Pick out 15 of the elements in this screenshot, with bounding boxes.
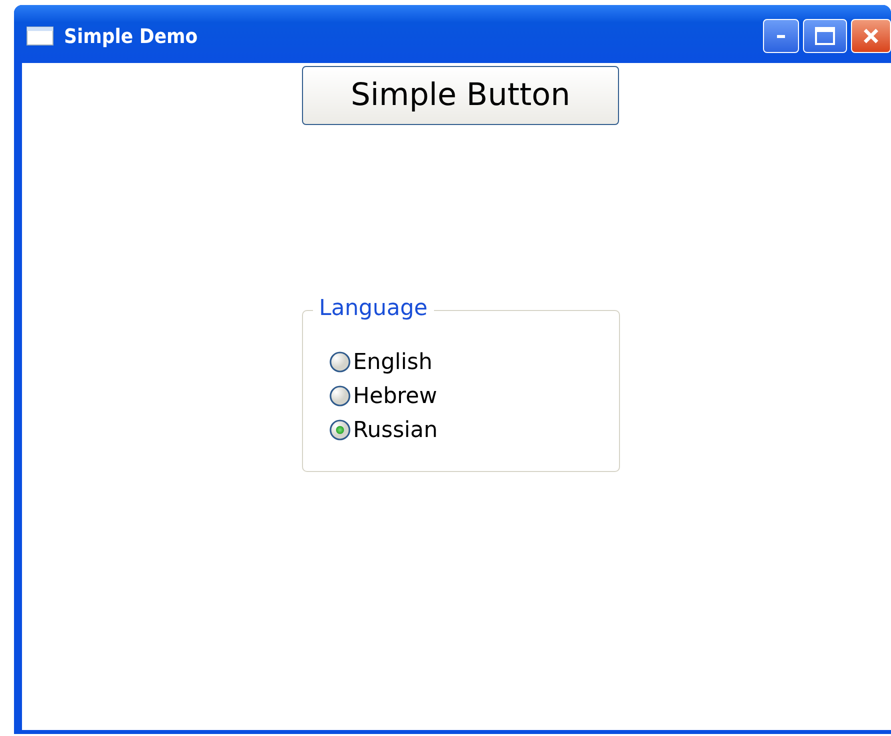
maximize-icon [815,27,835,45]
close-icon [863,28,879,44]
radio-option[interactable]: Hebrew [329,379,438,413]
minimize-icon [777,34,785,38]
window-title: Simple Demo [64,23,198,50]
radio-option[interactable]: English [329,345,432,379]
radio-button[interactable] [329,351,351,373]
radio-option[interactable]: Russian [329,413,438,447]
window-icon [26,26,54,46]
radio-button[interactable] [329,385,351,407]
close-button[interactable] [851,19,891,53]
maximize-button[interactable] [803,19,847,53]
minimize-button[interactable] [763,19,799,53]
radio-button[interactable] [329,419,351,441]
simple-button[interactable]: Simple Button [302,66,619,125]
